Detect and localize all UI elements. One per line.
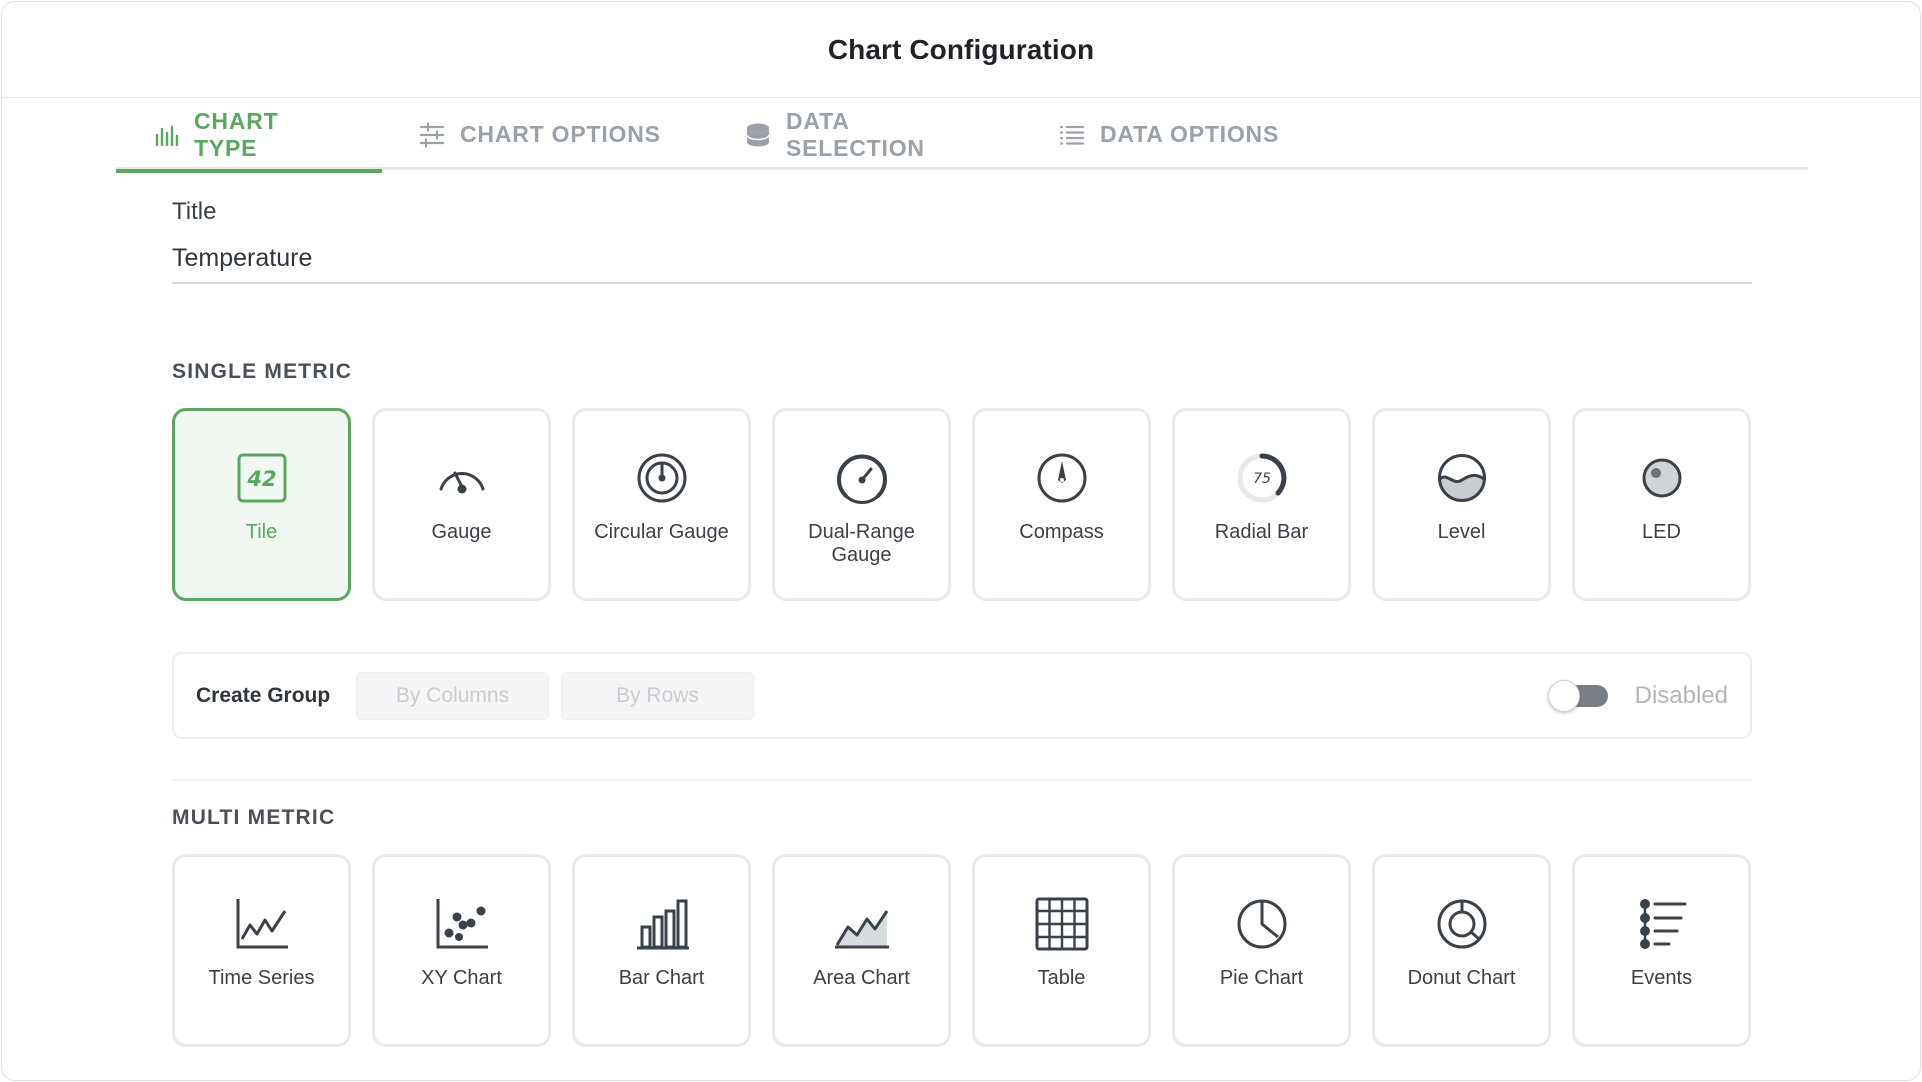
compass-icon bbox=[1037, 453, 1086, 503]
chart-type-label: LED bbox=[1642, 521, 1681, 543]
chart-type-donut-chart[interactable]: Donut Chart bbox=[1372, 854, 1551, 1047]
title-input-underline bbox=[172, 282, 1752, 284]
by-rows-button[interactable]: By Rows bbox=[561, 671, 754, 720]
tab-label: DATA OPTIONS bbox=[1100, 121, 1280, 147]
chart-type-label: Level bbox=[1437, 521, 1486, 543]
donut-chart-icon bbox=[1437, 899, 1486, 949]
toggle-status-label: Disabled bbox=[1634, 682, 1728, 709]
chart-type-time-series[interactable]: Time Series bbox=[172, 854, 351, 1047]
chart-type-label: Tile bbox=[245, 521, 278, 543]
multi-metric-options: Time Series XY Chart Bar Chart Area Char… bbox=[172, 854, 1751, 1047]
chart-type-xy-chart[interactable]: XY Chart bbox=[372, 854, 551, 1047]
dual-range-gauge-icon bbox=[836, 454, 887, 504]
chart-type-label: Gauge bbox=[431, 521, 492, 543]
tab-data-options[interactable]: DATA OPTIONS bbox=[1022, 99, 1322, 170]
tile-icon: 42 bbox=[237, 453, 286, 503]
tab-chart-type[interactable]: CHART TYPE bbox=[116, 99, 382, 173]
xy-chart-icon bbox=[436, 899, 488, 949]
radial-bar-icon: 75 bbox=[1237, 453, 1286, 503]
toggle-knob bbox=[1548, 680, 1580, 712]
led-icon bbox=[1642, 458, 1681, 498]
chart-type-tile[interactable]: 42 Tile bbox=[172, 408, 351, 601]
time-series-icon bbox=[236, 899, 288, 949]
chart-type-table[interactable]: Table bbox=[972, 854, 1151, 1047]
level-icon bbox=[1437, 454, 1486, 502]
tab-label: CHART OPTIONS bbox=[460, 121, 661, 147]
title-input[interactable]: Temperature bbox=[172, 244, 1752, 282]
chart-type-level[interactable]: Level bbox=[1372, 408, 1551, 601]
dialog-header: Chart Configuration bbox=[2, 2, 1920, 98]
chart-type-pie-chart[interactable]: Pie Chart bbox=[1172, 854, 1351, 1047]
single-metric-options: 42 Tile Gauge Circular Gauge Dual-Range … bbox=[172, 408, 1751, 601]
chart-type-label: Donut Chart bbox=[1407, 967, 1516, 989]
tab-chart-options[interactable]: CHART OPTIONS bbox=[382, 99, 706, 170]
table-icon bbox=[1035, 897, 1088, 951]
chart-type-led[interactable]: LED bbox=[1572, 408, 1751, 601]
gauge-icon bbox=[439, 471, 484, 494]
dialog-title: Chart Configuration bbox=[827, 33, 1095, 65]
circular-gauge-icon bbox=[637, 453, 686, 503]
chart-type-label: Radial Bar bbox=[1214, 521, 1309, 543]
tab-label: CHART TYPE bbox=[194, 107, 279, 161]
create-group-label: Create Group bbox=[196, 683, 331, 707]
create-group-bar: Create Group By Columns By Rows Disabled bbox=[172, 652, 1752, 739]
chart-type-label: Bar Chart bbox=[618, 967, 705, 989]
database-icon bbox=[746, 123, 770, 146]
sliders-icon bbox=[419, 121, 445, 148]
bar-chart-icon bbox=[155, 125, 179, 146]
tab-data-selection[interactable]: DATA SELECTION bbox=[706, 99, 1022, 170]
title-field[interactable]: Title Temperature bbox=[172, 198, 1752, 284]
chart-configuration-dialog: Chart Configuration CHART TYPE CHART OPT… bbox=[1, 1, 1921, 1081]
chart-type-events[interactable]: Events bbox=[1572, 854, 1751, 1047]
single-metric-heading: SINGLE METRIC bbox=[172, 360, 353, 383]
chart-type-label: Time Series bbox=[208, 967, 315, 989]
tab-label: DATA SELECTION bbox=[786, 107, 925, 161]
chart-type-label: Compass bbox=[1019, 521, 1104, 543]
chart-type-area-chart[interactable]: Area Chart bbox=[772, 854, 951, 1047]
pie-chart-icon bbox=[1237, 899, 1286, 949]
list-icon bbox=[1059, 125, 1085, 145]
radial-bar-icon-text: 75 bbox=[1253, 471, 1271, 487]
chart-type-compass[interactable]: Compass bbox=[972, 408, 1151, 601]
by-columns-button[interactable]: By Columns bbox=[356, 671, 549, 720]
chart-type-label: Pie Chart bbox=[1219, 967, 1304, 989]
chart-type-label: Table bbox=[1037, 967, 1086, 989]
chart-type-gauge[interactable]: Gauge bbox=[372, 408, 551, 601]
bar-chart-icon bbox=[636, 899, 689, 950]
chart-type-label: Area Chart bbox=[813, 967, 910, 989]
chart-type-circular-gauge[interactable]: Circular Gauge bbox=[572, 408, 751, 601]
tile-icon-text: 42 bbox=[246, 467, 276, 491]
events-icon bbox=[1639, 899, 1686, 949]
chart-type-label: XY Chart bbox=[421, 967, 502, 989]
area-chart-icon bbox=[834, 910, 889, 949]
title-field-label: Title bbox=[172, 198, 217, 225]
chart-type-dual-range-gauge[interactable]: Dual-Range Gauge bbox=[772, 408, 951, 601]
section-divider bbox=[172, 779, 1752, 781]
chart-type-bar-chart[interactable]: Bar Chart bbox=[572, 854, 751, 1047]
tab-bar: CHART TYPE CHART OPTIONS DATA SELECTION bbox=[116, 99, 1808, 173]
group-toggle[interactable] bbox=[1548, 680, 1608, 712]
chart-type-label: Events bbox=[1630, 967, 1693, 989]
chart-type-radial-bar[interactable]: 75 Radial Bar bbox=[1172, 408, 1351, 601]
chart-type-label: Dual-Range Gauge bbox=[808, 521, 915, 566]
multi-metric-heading: MULTI METRIC bbox=[172, 806, 336, 829]
chart-type-label: Circular Gauge bbox=[594, 521, 729, 543]
